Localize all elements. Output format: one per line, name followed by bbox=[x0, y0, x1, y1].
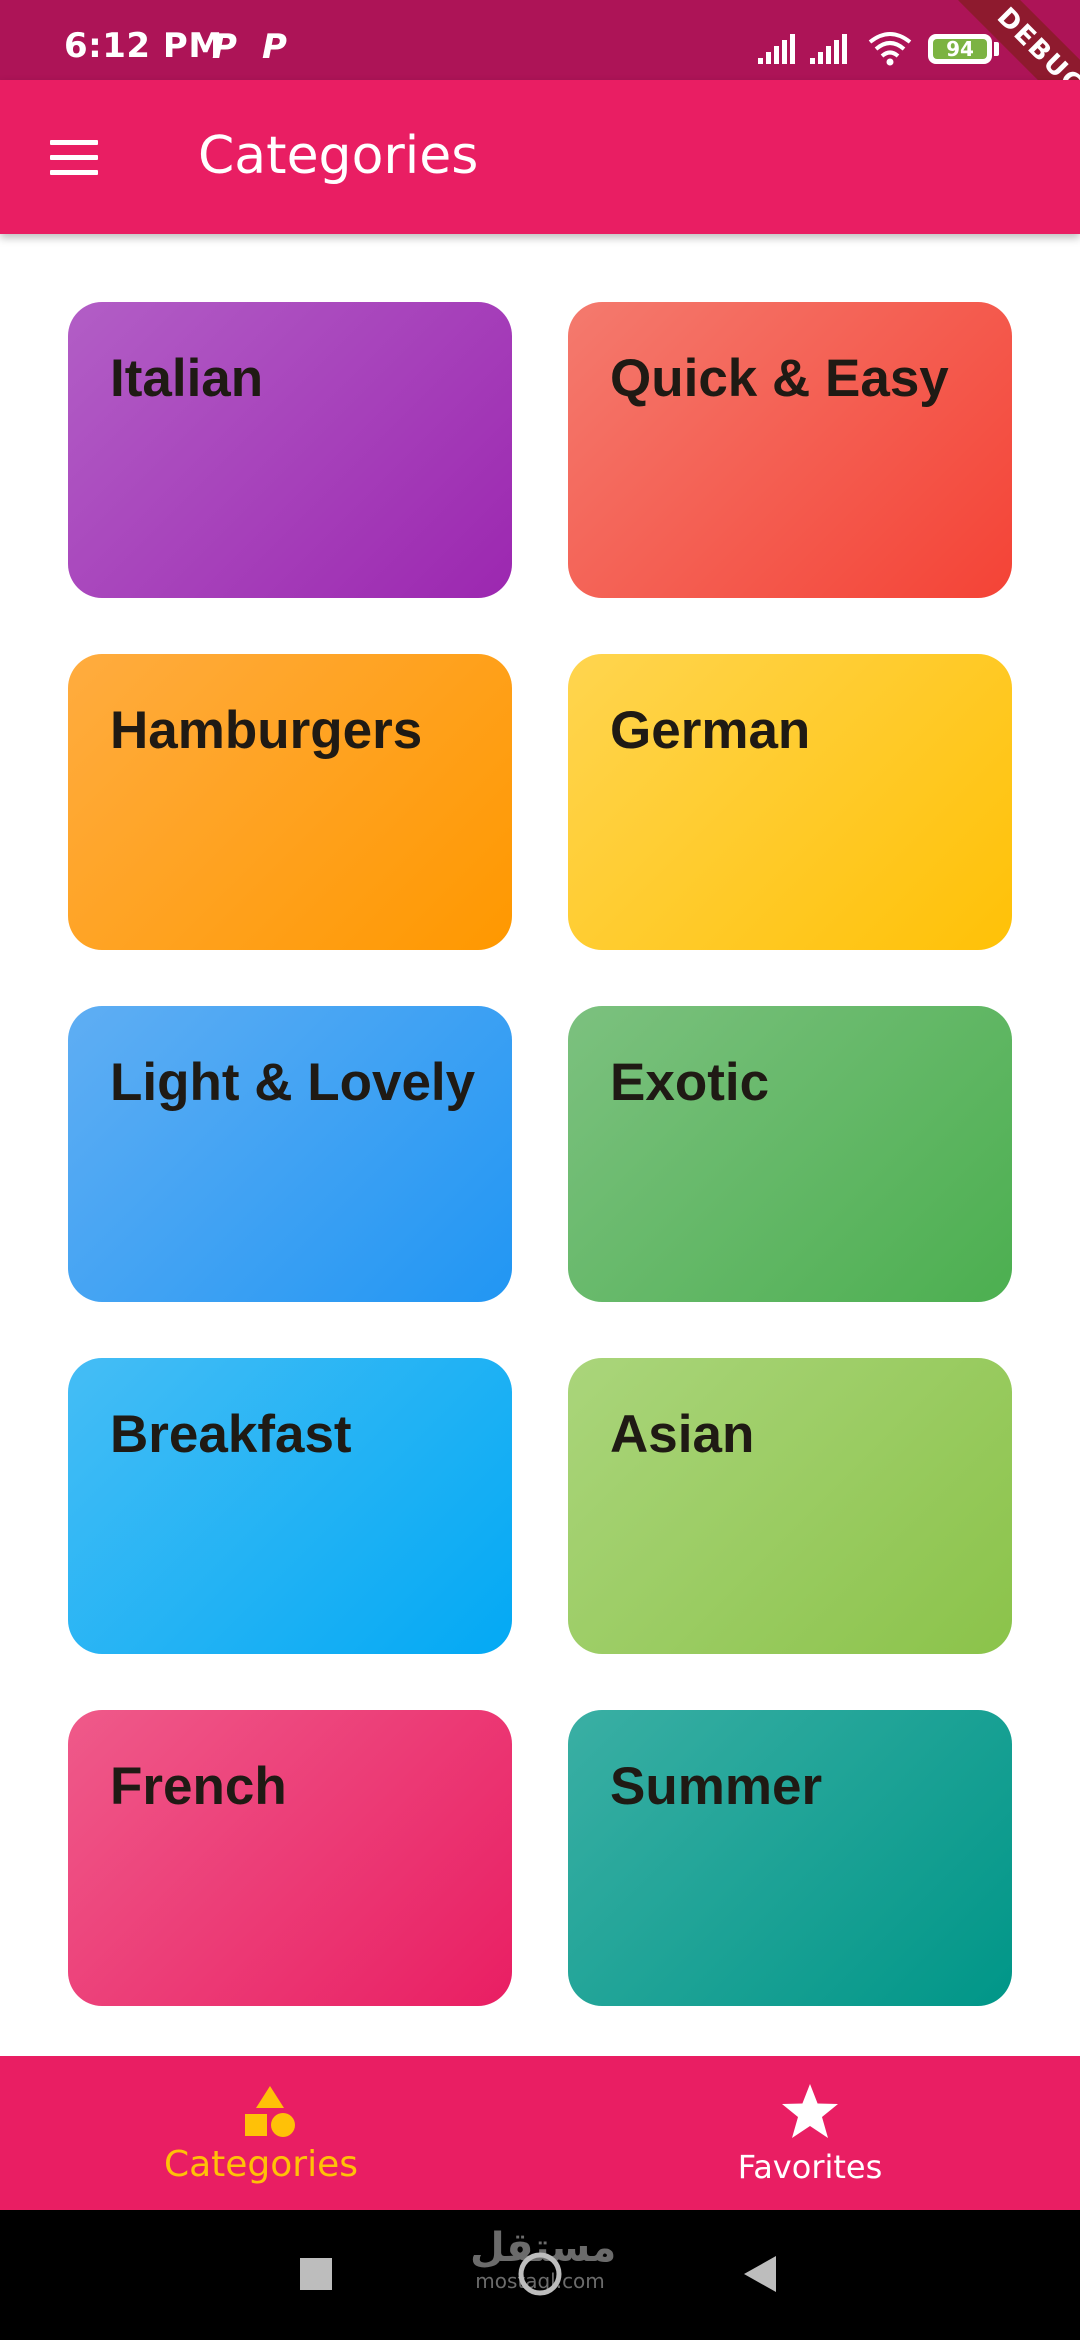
category-tile-italian[interactable]: Italian bbox=[68, 302, 512, 598]
category-tile-french[interactable]: French bbox=[68, 1710, 512, 2006]
category-title: Light & Lovely bbox=[110, 1053, 476, 1112]
nav-item-favorites[interactable]: Favorites bbox=[540, 2056, 1080, 2210]
category-title: German bbox=[610, 701, 811, 760]
back-triangle-icon[interactable] bbox=[742, 2254, 778, 2294]
notification-p-icon: P bbox=[262, 27, 287, 67]
category-tile-light-lovely[interactable]: Light & Lovely bbox=[68, 1006, 512, 1302]
category-title: Summer bbox=[610, 1757, 823, 1816]
wifi-icon bbox=[868, 32, 912, 66]
star-icon bbox=[782, 2084, 838, 2138]
category-tile-german[interactable]: German bbox=[568, 654, 1012, 950]
category-shapes-icon bbox=[245, 2086, 295, 2137]
status-bar: 6:12 PM P P 94 DEBUG bbox=[0, 0, 1080, 135]
notification-p-icon: P bbox=[212, 27, 237, 67]
category-title: French bbox=[110, 1757, 287, 1816]
app-bar: Categories bbox=[0, 80, 1080, 234]
recents-square-icon[interactable] bbox=[300, 2258, 332, 2290]
category-grid: Italian Quick & Easy Hamburgers German L… bbox=[68, 302, 1012, 2006]
category-title: Hamburgers bbox=[110, 701, 423, 760]
system-navigation-bar: مستقل mostaql.com bbox=[0, 2210, 1080, 2340]
category-tile-hamburgers[interactable]: Hamburgers bbox=[68, 654, 512, 950]
category-title: Italian bbox=[110, 349, 264, 408]
category-title: Exotic bbox=[610, 1053, 770, 1112]
nav-label-categories: Categories bbox=[163, 2144, 359, 2185]
category-tile-asian[interactable]: Asian bbox=[568, 1358, 1012, 1654]
home-circle-icon[interactable] bbox=[516, 2250, 564, 2298]
category-tile-breakfast[interactable]: Breakfast bbox=[68, 1358, 512, 1654]
category-title: Asian bbox=[610, 1405, 755, 1464]
hamburger-menu-icon[interactable] bbox=[50, 140, 102, 176]
nav-item-categories[interactable]: Categories bbox=[0, 2056, 540, 2210]
cell-signal-icon bbox=[758, 34, 795, 64]
category-title: Breakfast bbox=[110, 1405, 352, 1464]
category-title: Quick & Easy bbox=[610, 349, 949, 408]
category-tile-exotic[interactable]: Exotic bbox=[568, 1006, 1012, 1302]
bottom-navigation: Categories Favorites bbox=[0, 2056, 1080, 2210]
status-time: 6:12 PM bbox=[64, 26, 223, 66]
category-tile-quick-easy[interactable]: Quick & Easy bbox=[568, 302, 1012, 598]
nav-label-favorites: Favorites bbox=[737, 2148, 883, 2186]
screen: 6:12 PM P P 94 DEBUG Categories Italian … bbox=[0, 0, 1080, 2340]
page-title: Categories bbox=[198, 126, 479, 186]
cell-signal-icon bbox=[810, 34, 847, 64]
category-tile-summer[interactable]: Summer bbox=[568, 1710, 1012, 2006]
